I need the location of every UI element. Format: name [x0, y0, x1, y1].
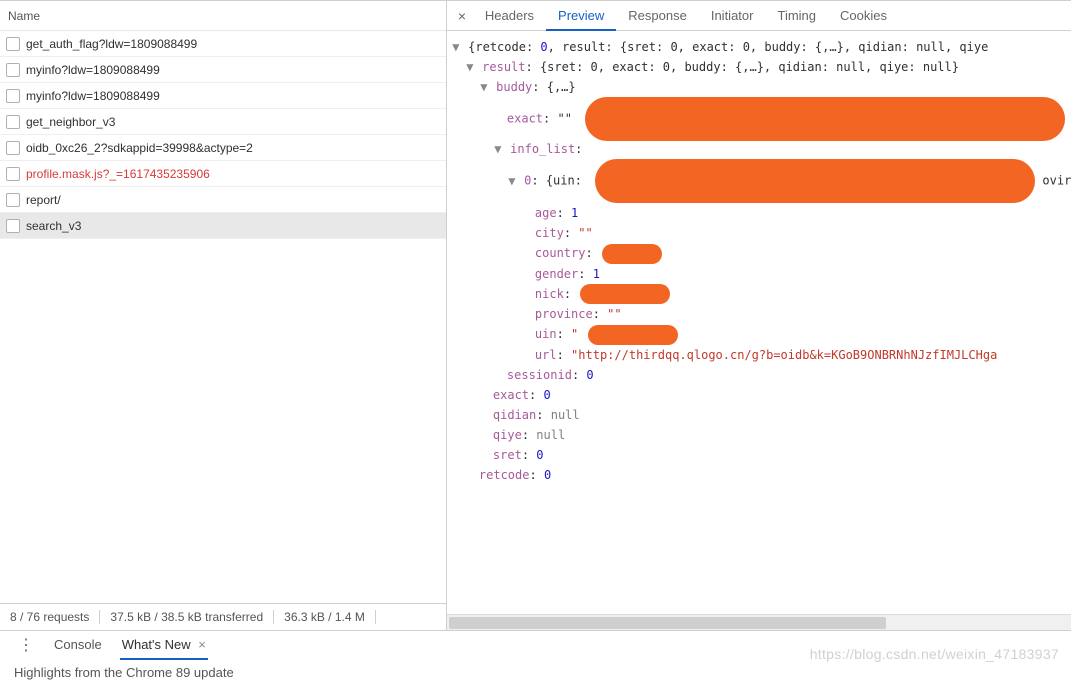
- detail-panel: × Headers Preview Response Initiator Tim…: [447, 1, 1071, 630]
- tree-row[interactable]: exact: 0: [451, 385, 1067, 405]
- request-name: get_auth_flag?ldw=1809088499: [26, 37, 197, 51]
- request-row[interactable]: oidb_0xc26_2?sdkappid=39998&actype=2: [0, 135, 446, 161]
- tree-row[interactable]: url: "http://thirdqq.qlogo.cn/g?b=oidb&k…: [451, 345, 1067, 365]
- close-icon[interactable]: ×: [451, 8, 473, 24]
- tree-row[interactable]: nick:: [451, 284, 1067, 305]
- tree-row[interactable]: ▼ {retcode: 0, result: {sret: 0, exact: …: [451, 37, 1067, 57]
- request-row[interactable]: myinfo?ldw=1809088499: [0, 83, 446, 109]
- request-name: oidb_0xc26_2?sdkappid=39998&actype=2: [26, 141, 253, 155]
- request-row[interactable]: profile.mask.js?_=1617435235906: [0, 161, 446, 187]
- file-icon: [6, 193, 20, 207]
- tree-row[interactable]: uin: ": [451, 324, 1067, 345]
- tab-timing[interactable]: Timing: [765, 1, 828, 31]
- scrollbar-thumb[interactable]: [449, 617, 886, 629]
- status-requests: 8 / 76 requests: [10, 610, 100, 624]
- request-name: report/: [26, 193, 61, 207]
- chevron-down-icon[interactable]: ▼: [493, 139, 503, 159]
- tree-row[interactable]: ▼ result: {sret: 0, exact: 0, buddy: {,……: [451, 57, 1067, 77]
- redacted-region: [588, 325, 678, 345]
- request-row[interactable]: get_auth_flag?ldw=1809088499: [0, 31, 446, 57]
- tab-initiator[interactable]: Initiator: [699, 1, 766, 31]
- request-row[interactable]: report/: [0, 187, 446, 213]
- chevron-down-icon[interactable]: ▼: [451, 37, 461, 57]
- tree-row[interactable]: age: 1: [451, 203, 1067, 223]
- detail-tabs: × Headers Preview Response Initiator Tim…: [447, 1, 1071, 31]
- tree-row[interactable]: qiye: null: [451, 425, 1067, 445]
- chevron-down-icon[interactable]: ▼: [479, 77, 489, 97]
- tree-row[interactable]: sret: 0: [451, 445, 1067, 465]
- request-row[interactable]: search_v3: [0, 213, 446, 239]
- drawer-tab-whats-new[interactable]: What's New ×: [112, 631, 216, 659]
- tree-row[interactable]: exact: "": [451, 97, 1067, 141]
- file-icon: [6, 63, 20, 77]
- drawer-headline: Highlights from the Chrome 89 update: [14, 665, 234, 680]
- redacted-region: [595, 159, 1035, 203]
- request-row[interactable]: get_neighbor_v3: [0, 109, 446, 135]
- request-name: myinfo?ldw=1809088499: [26, 89, 160, 103]
- tab-cookies[interactable]: Cookies: [828, 1, 899, 31]
- close-icon[interactable]: ×: [198, 637, 206, 652]
- tree-row[interactable]: country:: [451, 243, 1067, 264]
- status-resources: 36.3 kB / 1.4 M: [274, 610, 376, 624]
- file-icon: [6, 115, 20, 129]
- redacted-region: [585, 97, 1065, 141]
- console-drawer: ⋮ Console What's New × Highlights from t…: [0, 630, 1071, 690]
- chevron-down-icon[interactable]: ▼: [507, 171, 517, 191]
- request-list: get_auth_flag?ldw=1809088499 myinfo?ldw=1…: [0, 31, 446, 603]
- drawer-body: Highlights from the Chrome 89 update: [0, 659, 1071, 690]
- tree-row[interactable]: sessionid: 0: [451, 365, 1067, 385]
- tree-row[interactable]: province: "": [451, 304, 1067, 324]
- network-request-panel: Name get_auth_flag?ldw=1809088499 myinfo?…: [0, 1, 447, 630]
- file-icon: [6, 219, 20, 233]
- preview-json-tree[interactable]: ▼ {retcode: 0, result: {sret: 0, exact: …: [447, 31, 1071, 614]
- drawer-tabs: ⋮ Console What's New ×: [0, 631, 1071, 659]
- tree-row[interactable]: gender: 1: [451, 264, 1067, 284]
- status-transferred: 37.5 kB / 38.5 kB transferred: [100, 610, 274, 624]
- tree-row[interactable]: ▼ 0: {uin: ovir: [451, 159, 1067, 203]
- tree-row[interactable]: city: "": [451, 223, 1067, 243]
- file-icon: [6, 37, 20, 51]
- tab-preview[interactable]: Preview: [546, 1, 616, 31]
- file-icon: [6, 167, 20, 181]
- network-status-bar: 8 / 76 requests 37.5 kB / 38.5 kB transf…: [0, 603, 446, 630]
- redacted-region: [602, 244, 662, 264]
- request-name: search_v3: [26, 219, 81, 233]
- tree-row[interactable]: ▼ info_list:: [451, 139, 1067, 159]
- file-icon: [6, 141, 20, 155]
- request-name: get_neighbor_v3: [26, 115, 115, 129]
- tab-headers[interactable]: Headers: [473, 1, 546, 31]
- request-list-header[interactable]: Name: [0, 1, 446, 31]
- tab-response[interactable]: Response: [616, 1, 699, 31]
- request-name: profile.mask.js?_=1617435235906: [26, 167, 210, 181]
- tree-row[interactable]: qidian: null: [451, 405, 1067, 425]
- column-name: Name: [8, 9, 40, 23]
- tree-row[interactable]: retcode: 0: [451, 465, 1067, 485]
- redacted-region: [580, 284, 670, 304]
- horizontal-scrollbar[interactable]: [447, 614, 1071, 630]
- chevron-down-icon[interactable]: ▼: [465, 57, 475, 77]
- request-name: myinfo?ldw=1809088499: [26, 63, 160, 77]
- request-row[interactable]: myinfo?ldw=1809088499: [0, 57, 446, 83]
- file-icon: [6, 89, 20, 103]
- kebab-menu-icon[interactable]: ⋮: [8, 635, 44, 655]
- tree-row[interactable]: ▼ buddy: {,…}: [451, 77, 1067, 97]
- drawer-tab-console[interactable]: Console: [44, 631, 112, 659]
